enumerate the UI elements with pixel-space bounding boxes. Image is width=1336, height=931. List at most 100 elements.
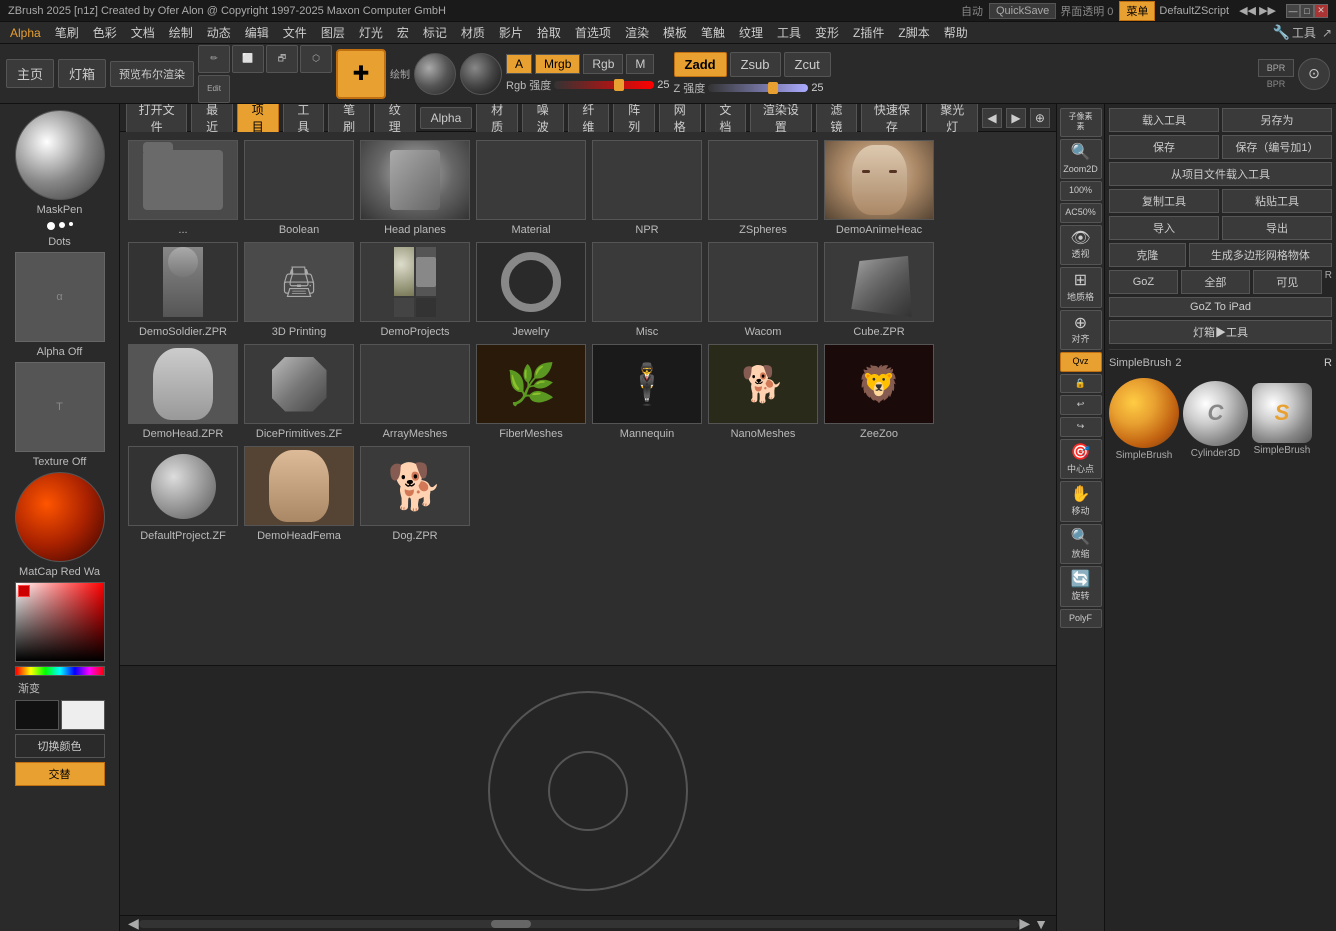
tab-prev-btn[interactable]: ◀	[982, 108, 1002, 128]
alpha-thumb[interactable]: α	[15, 252, 105, 342]
texture-thumb[interactable]: T	[15, 362, 105, 452]
ac50-btn[interactable]: AC50%	[1060, 203, 1102, 223]
save-as-btn[interactable]: 另存为	[1222, 108, 1332, 132]
dark-swatch[interactable]	[15, 700, 59, 730]
menu-macro[interactable]: 宏	[391, 22, 415, 43]
tab-add-btn[interactable]: ⊕	[1030, 108, 1050, 128]
file-item-zspheres[interactable]: ZSpheres	[708, 140, 818, 236]
file-item-headplanes[interactable]: Head planes	[360, 140, 470, 236]
exchange-button[interactable]: 交替	[15, 762, 105, 786]
file-item-zeezoo[interactable]: 🦁 ZeeZoo	[824, 344, 934, 440]
menu-layer[interactable]: 图层	[315, 22, 351, 43]
simple-brush-3[interactable]: S	[1252, 383, 1312, 443]
file-item-jewelry[interactable]: Jewelry	[476, 242, 586, 338]
load-tool-btn[interactable]: 载入工具	[1109, 108, 1219, 132]
preview-button[interactable]: 预览布尔渲染	[110, 61, 194, 87]
load-project-btn[interactable]: 从项目文件载入工具	[1109, 162, 1332, 186]
menu-color[interactable]: 色彩	[87, 22, 123, 43]
menu-pick[interactable]: 拾取	[531, 22, 567, 43]
sphere-preview[interactable]	[414, 53, 456, 95]
file-item-material[interactable]: Material	[476, 140, 586, 236]
menu-light[interactable]: 灯光	[353, 22, 389, 43]
switch-colors-button[interactable]: 切换颜色	[15, 734, 105, 758]
rotate-btn[interactable]: 🔄 旋转	[1060, 566, 1102, 606]
menu-prefs[interactable]: 首选项	[569, 22, 617, 43]
scale-btn[interactable]: 🔍 放缩	[1060, 524, 1102, 564]
file-item-arraymeshes[interactable]: ArrayMeshes	[360, 344, 470, 440]
home-button[interactable]: 主页	[6, 59, 54, 88]
menu-edit[interactable]: 编辑	[239, 22, 275, 43]
menu-render[interactable]: 渲染	[619, 22, 655, 43]
menu-marker[interactable]: 标记	[417, 22, 453, 43]
file-item-fibermeshes[interactable]: 🌿 FiberMeshes	[476, 344, 586, 440]
a-button[interactable]: A	[506, 54, 532, 74]
draw-button[interactable]: ✚	[336, 49, 386, 99]
hue-slider[interactable]	[15, 666, 105, 676]
lightbox-button[interactable]: 灯箱	[58, 59, 106, 88]
visible-btn[interactable]: 可见	[1253, 270, 1322, 294]
scroll-left-btn[interactable]: ◀	[128, 915, 139, 931]
menu-alpha[interactable]: Alpha	[4, 24, 47, 42]
simple-brush-1[interactable]	[1109, 378, 1179, 448]
brush-preview-thumb[interactable]	[15, 110, 105, 200]
menu-deform[interactable]: 变形	[809, 22, 845, 43]
cylinder3d-brush[interactable]: C	[1183, 381, 1248, 446]
file-item-demosoldier[interactable]: DemoSoldier.ZPR	[128, 242, 238, 338]
scroll-right-btn[interactable]: ▶	[1019, 915, 1030, 931]
menu-stroke[interactable]: 笔触	[695, 22, 731, 43]
file-item-demoprojects[interactable]: DemoProjects	[360, 242, 470, 338]
move-btn[interactable]: ✋ 移动	[1060, 481, 1102, 521]
polymesh-btn[interactable]: 生成多边形网格物体	[1189, 243, 1332, 267]
zcut-button[interactable]: Zcut	[784, 52, 831, 77]
maximize-btn[interactable]: □	[1300, 4, 1314, 18]
expand-icon[interactable]: ↗	[1322, 26, 1332, 40]
file-item-dog[interactable]: 🐕 Dog.ZPR	[360, 446, 470, 542]
minimize-btn[interactable]: —	[1286, 4, 1300, 18]
menu-dynamics[interactable]: 动态	[201, 22, 237, 43]
file-item-nanomeshes[interactable]: 🐕 NanoMeshes	[708, 344, 818, 440]
center-btn[interactable]: 🎯 中心点	[1060, 439, 1102, 479]
zoom2d-btn[interactable]: 🔍 Zoom2D	[1060, 139, 1102, 179]
goz-ipad-btn[interactable]: GoZ To iPad	[1109, 297, 1332, 317]
menu-help[interactable]: 帮助	[938, 22, 974, 43]
clone-btn[interactable]: 克隆	[1109, 243, 1186, 267]
menu-brush[interactable]: 笔刷	[49, 22, 85, 43]
matcap-preview[interactable]	[460, 53, 502, 95]
edit-icon[interactable]: ✏	[198, 45, 230, 73]
subtool-btn[interactable]: 子像素素	[1060, 108, 1102, 137]
file-item-dots[interactable]: ...	[128, 140, 238, 236]
rgb-button[interactable]: Rgb	[583, 54, 623, 74]
menu-file[interactable]: 文件	[277, 22, 313, 43]
view-btn[interactable]: 👁 透视	[1060, 225, 1102, 265]
floor-btn[interactable]: ⊞ 地质格	[1060, 267, 1102, 307]
paste-tool-btn[interactable]: 粘贴工具	[1222, 189, 1332, 213]
lock-btn[interactable]: 🔒	[1060, 374, 1102, 394]
file-item-cube[interactable]: Cube.ZPR	[824, 242, 934, 338]
tb-icon-4[interactable]: ⬡	[300, 45, 332, 73]
file-item-3dprinting[interactable]: 🖨 3D Printing	[244, 242, 354, 338]
z-slider-thumb[interactable]	[768, 82, 778, 94]
align-btn[interactable]: ⊕ 对齐	[1060, 310, 1102, 350]
m-button[interactable]: M	[626, 54, 654, 74]
file-item-wacom[interactable]: Wacom	[708, 242, 818, 338]
zadd-button[interactable]: Zadd	[674, 52, 727, 77]
tab-next-btn[interactable]: ▶	[1006, 108, 1026, 128]
file-item-defaultproject[interactable]: DefaultProject.ZF	[128, 446, 238, 542]
mrgb-button[interactable]: Mrgb	[535, 54, 580, 74]
file-item-demohead[interactable]: DemoHead.ZPR	[128, 344, 238, 440]
lightbox-tool-btn[interactable]: 灯箱▶工具	[1109, 320, 1332, 344]
goz-btn[interactable]: GoZ	[1109, 270, 1178, 294]
menu-zscript[interactable]: Z脚本	[892, 22, 935, 43]
tab-alpha[interactable]: Alpha	[420, 107, 473, 129]
menu-movie[interactable]: 影片	[493, 22, 529, 43]
light-swatch[interactable]	[61, 700, 105, 730]
scroll-thumb[interactable]	[491, 920, 531, 928]
save-numbered-btn[interactable]: 保存（编号加1）	[1222, 135, 1332, 159]
rgb-slider[interactable]	[554, 81, 654, 89]
file-item-demoheadfema[interactable]: DemoHeadFema	[244, 446, 354, 542]
menu-btn[interactable]: 菜单	[1119, 1, 1155, 21]
matcap-thumb[interactable]	[15, 472, 105, 562]
polyf-btn[interactable]: PolyF	[1060, 609, 1102, 629]
menu-tool[interactable]: 工具	[771, 22, 807, 43]
file-item-diceprimitives[interactable]: DicePrimitives.ZF	[244, 344, 354, 440]
